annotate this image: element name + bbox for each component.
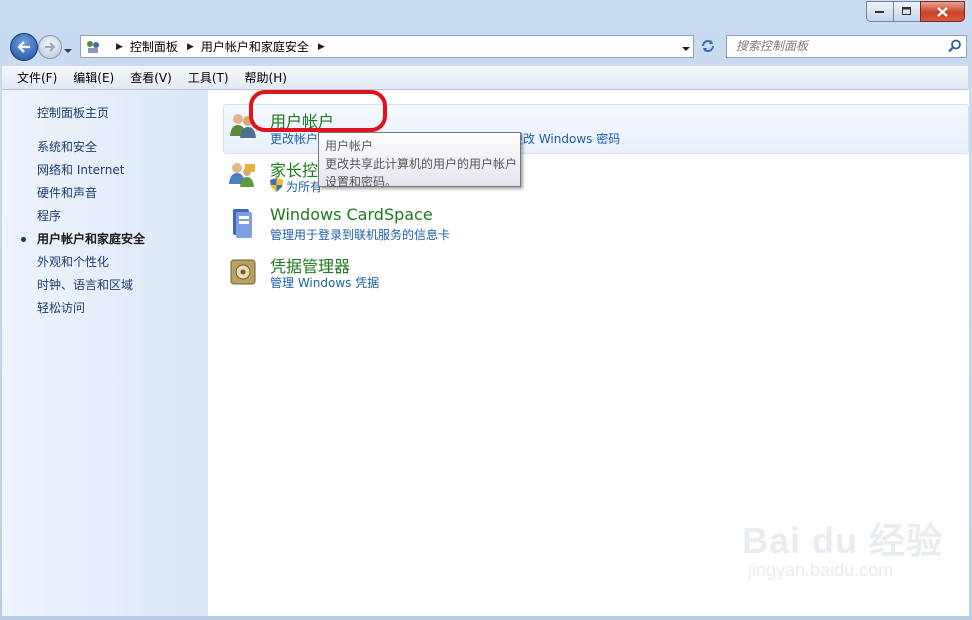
- minimize-button[interactable]: [866, 1, 893, 22]
- sidebar-item-label: 用户帐户和家庭安全: [37, 232, 146, 246]
- refresh-button[interactable]: [697, 36, 719, 56]
- refresh-icon: [702, 40, 714, 52]
- close-icon: [937, 6, 948, 17]
- back-button[interactable]: [10, 33, 38, 61]
- arrow-left-icon: [17, 41, 30, 53]
- sidebar-item-network-internet[interactable]: 网络和 Internet: [37, 159, 145, 182]
- sidebar-item-appearance[interactable]: 外观和个性化: [37, 251, 145, 274]
- tooltip: 用户帐户 更改共享此计算机的用户的用户帐户 设置和密码。: [318, 132, 521, 189]
- address-bar[interactable]: ▶ 控制面板 ▶ 用户帐户和家庭安全 ▶: [80, 35, 694, 58]
- control-panel-window: ▶ 控制面板 ▶ 用户帐户和家庭安全 ▶ 文件(F) 编辑(E) 查看(V): [0, 0, 972, 620]
- menu-tools[interactable]: 工具(T): [180, 69, 237, 86]
- left-navigation-pane: 控制面板主页 系统和安全 网络和 Internet 硬件和声音 程序 用户帐户和…: [2, 90, 208, 616]
- navigation-bar: ▶ 控制面板 ▶ 用户帐户和家庭安全 ▶: [0, 30, 972, 64]
- breadcrumb-separator: ▶: [186, 41, 194, 52]
- sidebar-item-system-security[interactable]: 系统和安全: [37, 136, 145, 159]
- close-button[interactable]: [920, 1, 965, 22]
- maximize-icon: [902, 7, 911, 15]
- minimize-icon: [875, 10, 884, 13]
- sidebar-item-programs[interactable]: 程序: [37, 205, 145, 228]
- recent-pages-button[interactable]: [64, 43, 73, 57]
- breadcrumb-control-panel[interactable]: 控制面板: [130, 38, 178, 55]
- arrow-right-icon: [45, 42, 56, 52]
- category-title-cardspace[interactable]: Windows CardSpace: [270, 205, 433, 224]
- sidebar-item-ease-of-access[interactable]: 轻松访问: [37, 297, 145, 320]
- link-parental-controls-users[interactable]: 为所有: [286, 178, 322, 195]
- breadcrumb-user-accounts[interactable]: 用户帐户和家庭安全: [201, 38, 309, 55]
- search-box[interactable]: [726, 35, 967, 58]
- search-icon[interactable]: [948, 39, 962, 53]
- tooltip-title: 用户帐户: [325, 139, 374, 153]
- address-dropdown-button[interactable]: [682, 41, 691, 55]
- breadcrumb-separator: ▶: [317, 41, 325, 52]
- sidebar-item-clock-language[interactable]: 时钟、语言和区域: [37, 274, 145, 297]
- tooltip-line-1: 更改共享此计算机的用户的用户帐户: [325, 157, 518, 171]
- watermark-logo: Bai du 经验: [742, 520, 944, 561]
- sidebar-item-user-accounts[interactable]: 用户帐户和家庭安全: [21, 228, 146, 251]
- link-change-windows-password[interactable]: 更改 Windows 密码: [511, 130, 620, 147]
- caption-buttons: [866, 1, 965, 22]
- link-change-account[interactable]: 更改帐户: [270, 130, 318, 147]
- cardspace-icon: [233, 209, 252, 238]
- control-panel-home-link[interactable]: 控制面板主页: [37, 104, 109, 121]
- menu-bar: 文件(F) 编辑(E) 查看(V) 工具(T) 帮助(H): [2, 66, 968, 90]
- search-input[interactable]: [727, 36, 936, 55]
- red-highlight-annotation: [249, 90, 387, 132]
- menu-file[interactable]: 文件(F): [2, 69, 65, 86]
- parental-controls-icon: [229, 163, 255, 187]
- menu-edit[interactable]: 编辑(E): [65, 69, 122, 86]
- vault-icon: [230, 259, 256, 285]
- menu-view[interactable]: 查看(V): [122, 69, 180, 86]
- breadcrumb-separator: ▶: [116, 41, 123, 52]
- baidu-watermark: Bai du 经验 jingyan.baidu.com: [742, 512, 943, 581]
- forward-button[interactable]: [38, 35, 62, 59]
- control-panel-icon: [87, 40, 99, 53]
- category-nav-list: 系统和安全 网络和 Internet 硬件和声音 程序 用户帐户和家庭安全 外观…: [21, 136, 146, 320]
- link-manage-information-cards[interactable]: 管理用于登录到联机服务的信息卡: [270, 226, 450, 243]
- active-bullet-icon: [21, 237, 26, 242]
- uac-shield-icon: [270, 178, 283, 192]
- link-manage-windows-credentials[interactable]: 管理 Windows 凭据: [270, 274, 379, 291]
- maximize-button[interactable]: [893, 1, 920, 22]
- tooltip-line-2: 设置和密码。: [325, 175, 398, 189]
- chevron-down-icon: [682, 47, 690, 51]
- chevron-down-icon: [64, 49, 72, 53]
- sidebar-item-hardware-sound[interactable]: 硬件和声音: [37, 182, 145, 205]
- menu-help[interactable]: 帮助(H): [237, 69, 295, 86]
